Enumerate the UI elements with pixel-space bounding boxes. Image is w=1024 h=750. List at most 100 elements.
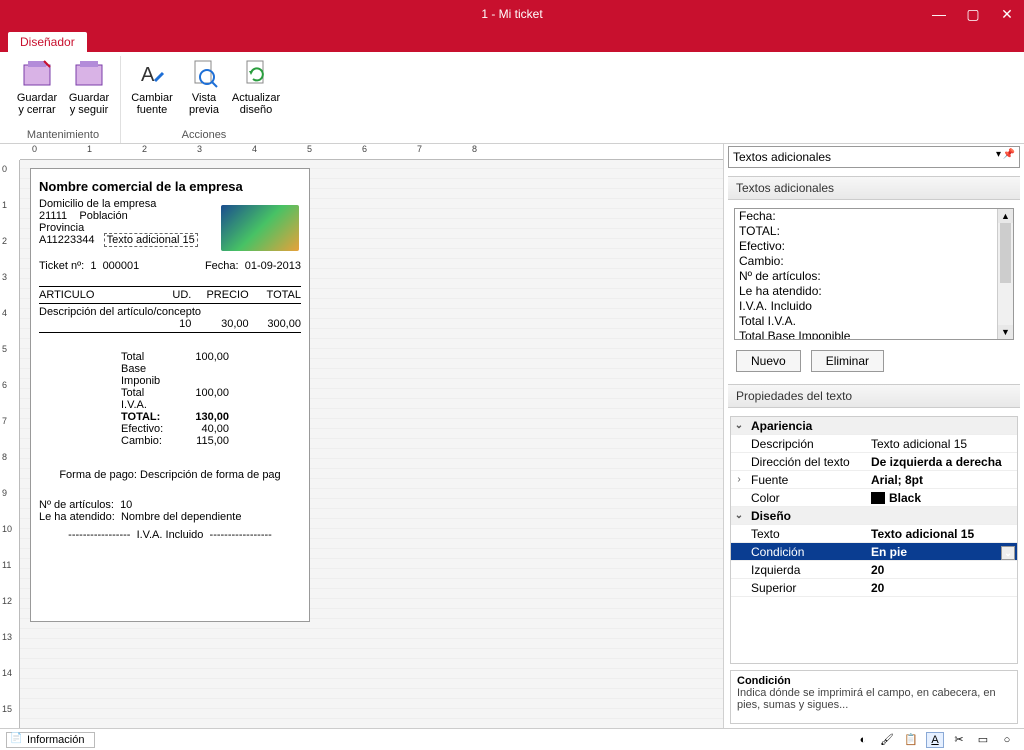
status-clipboard-icon[interactable]: 📋 xyxy=(902,732,920,748)
extra-text-15-field[interactable]: Texto adicional 15 xyxy=(104,233,198,247)
additional-texts-list[interactable]: Fecha:TOTAL:Efectivo:Cambio:Nº de artícu… xyxy=(734,208,1014,340)
col-article: ARTICULO xyxy=(39,289,149,301)
new-button[interactable]: Nuevo xyxy=(736,350,801,372)
ruler-vertical: 0123456789101112131415 xyxy=(0,160,20,728)
combo-selected: Textos adicionales xyxy=(733,150,831,164)
expand-icon[interactable]: ⌄ xyxy=(731,510,747,521)
prop-top-value[interactable]: 20 xyxy=(867,581,1017,595)
status-scissors-icon[interactable]: ✂ xyxy=(950,732,968,748)
cash-value: 40,00 xyxy=(169,423,229,435)
list-item[interactable]: Fecha: xyxy=(735,209,1013,224)
scrollbar-list[interactable]: ▲ ▼ xyxy=(997,209,1013,339)
status-paint-icon[interactable]: 🖌 xyxy=(878,732,896,748)
list-item[interactable]: I.V.A. Incluido xyxy=(735,299,1013,314)
close-button[interactable]: ✕ xyxy=(990,0,1024,28)
minimize-button[interactable]: — xyxy=(922,0,956,28)
refresh-icon xyxy=(240,58,272,90)
line-units: 10 xyxy=(151,318,191,330)
save-and-close-button[interactable]: Guardar y cerrar xyxy=(12,56,62,129)
total-iva-label: Total I.V.A. xyxy=(39,387,169,411)
list-item[interactable]: Total I.V.A. xyxy=(735,314,1013,329)
col-total: TOTAL xyxy=(251,289,301,301)
window-title: 1 - Mi ticket xyxy=(481,7,542,21)
properties-panel: Textos adicionales ▾ 📌 Textos adicionale… xyxy=(724,144,1024,728)
n-articles-label: Nº de artículos: xyxy=(39,499,114,511)
change-font-button[interactable]: A Cambiar fuente xyxy=(127,56,177,129)
col-price: PRECIO xyxy=(194,289,249,301)
tab-designer[interactable]: Diseñador xyxy=(8,32,87,52)
info-button[interactable]: Información xyxy=(6,732,95,748)
expand-icon[interactable]: ⌄ xyxy=(731,420,747,431)
prop-category-design: Diseño xyxy=(747,509,867,523)
scroll-down-icon[interactable]: ▼ xyxy=(998,325,1013,339)
prop-direction-label: Dirección del texto xyxy=(747,455,867,469)
prop-condition-label: Condición xyxy=(747,545,867,559)
prop-category-appearance: Apariencia xyxy=(747,419,867,433)
prop-text-value[interactable]: Texto adicional 15 xyxy=(867,527,1017,541)
attended-value: Nombre del dependiente xyxy=(121,511,241,523)
prop-font-value[interactable]: Arial; 8pt xyxy=(867,473,1017,487)
save-and-continue-button[interactable]: Guardar y seguir xyxy=(64,56,114,129)
ribbon-label: Guardar y seguir xyxy=(66,92,112,116)
delete-button[interactable]: Eliminar xyxy=(811,350,884,372)
list-item[interactable]: Cambio: xyxy=(735,254,1013,269)
ribbon-label: Vista previa xyxy=(181,92,227,116)
list-item[interactable]: Le ha atendido: xyxy=(735,284,1013,299)
ticket-page[interactable]: Nombre comercial de la empresa Domicilio… xyxy=(30,168,310,622)
prop-top-label: Superior xyxy=(747,581,867,595)
prop-font-label: Fuente xyxy=(747,473,867,487)
section-text-properties: Propiedades del texto xyxy=(728,384,1020,408)
property-description-body: Indica dónde se imprimirá el campo, en c… xyxy=(737,687,1011,711)
statusbar: Información ◐ 🖌 📋 A ✂ ▭ ○ xyxy=(0,728,1024,750)
pin-icon[interactable]: 📌 xyxy=(1003,149,1015,160)
prop-left-value[interactable]: 20 xyxy=(867,563,1017,577)
chevron-down-icon: ▾ xyxy=(996,149,1001,160)
preview-button[interactable]: Vista previa xyxy=(179,56,229,129)
expand-icon[interactable]: › xyxy=(731,474,747,485)
main-area: 012345678 0123456789101112131415 Nombre … xyxy=(0,144,1024,728)
property-description-box: Condición Indica dónde se imprimirá el c… xyxy=(730,670,1018,724)
ticket-number: 000001 xyxy=(103,260,140,272)
tab-strip: Diseñador xyxy=(0,28,1024,52)
titlebar: 1 - Mi ticket — ▢ ✕ xyxy=(0,0,1024,28)
tax-id: A11223344 xyxy=(39,234,94,246)
list-item[interactable]: Nº de artículos: xyxy=(735,269,1013,284)
total-label: TOTAL: xyxy=(39,411,169,423)
ribbon-label: Actualizar diseño xyxy=(232,92,280,116)
list-item[interactable]: Efectivo: xyxy=(735,239,1013,254)
dropdown-icon[interactable]: ⌄ xyxy=(1001,546,1015,560)
prop-condition-value[interactable]: En pie⌄ xyxy=(867,545,1017,559)
list-item[interactable]: TOTAL: xyxy=(735,224,1013,239)
prop-left-label: Izquierda xyxy=(747,563,867,577)
preview-icon xyxy=(188,58,220,90)
postal-code: 21111 xyxy=(39,210,67,222)
prop-description-value[interactable]: Texto adicional 15 xyxy=(867,437,1017,451)
panel-selector-combo[interactable]: Textos adicionales ▾ 📌 xyxy=(728,146,1020,168)
ribbon-group-label: Mantenimiento xyxy=(12,129,114,143)
line-price: 30,00 xyxy=(194,318,249,330)
change-value: 115,00 xyxy=(169,435,229,447)
property-grid[interactable]: ⌄Apariencia DescripciónTexto adicional 1… xyxy=(730,416,1018,664)
prop-direction-value[interactable]: De izquierda a derecha xyxy=(867,455,1017,469)
list-item[interactable]: Total Base Imponible xyxy=(735,329,1013,340)
product-image xyxy=(221,205,299,251)
prop-color-value[interactable]: Black xyxy=(867,491,1017,505)
save-continue-icon xyxy=(73,58,105,90)
col-units: UD. xyxy=(151,289,191,301)
company-name: Nombre comercial de la empresa xyxy=(39,179,301,194)
ribbon-label: Cambiar fuente xyxy=(129,92,175,116)
status-font-icon[interactable]: A xyxy=(926,732,944,748)
status-chart-icon[interactable]: ◐ xyxy=(854,732,872,748)
cash-label: Efectivo: xyxy=(39,423,169,435)
maximize-button[interactable]: ▢ xyxy=(956,0,990,28)
design-canvas: 012345678 0123456789101112131415 Nombre … xyxy=(0,144,724,728)
date-value: 01-09-2013 xyxy=(245,260,301,272)
total-iva-value: 100,00 xyxy=(169,387,229,411)
canvas-viewport[interactable]: Nombre comercial de la empresa Domicilio… xyxy=(20,160,723,728)
scroll-up-icon[interactable]: ▲ xyxy=(998,209,1013,223)
total-base-label: Total Base Imponib xyxy=(39,351,169,387)
refresh-design-button[interactable]: Actualizar diseño xyxy=(231,56,281,129)
status-circle-icon[interactable]: ○ xyxy=(998,732,1016,748)
status-rect-icon[interactable]: ▭ xyxy=(974,732,992,748)
save-close-icon xyxy=(21,58,53,90)
